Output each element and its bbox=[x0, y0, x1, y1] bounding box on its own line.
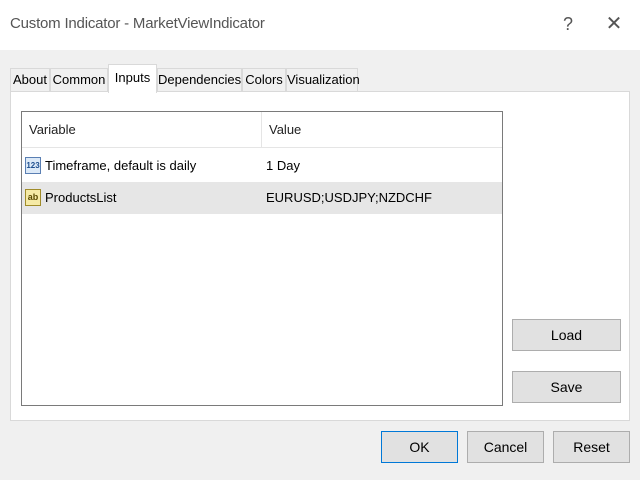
row-value[interactable]: EURUSD;USDJPY;NZDCHF bbox=[266, 182, 432, 214]
tab-inputs[interactable]: Inputs bbox=[108, 64, 157, 93]
cancel-button[interactable]: Cancel bbox=[467, 431, 544, 463]
string-icon: ab bbox=[25, 189, 41, 206]
load-button[interactable]: Load bbox=[512, 319, 621, 351]
reset-button[interactable]: Reset bbox=[553, 431, 630, 463]
tab-strip: About Common Inputs Dependencies Colors … bbox=[10, 64, 630, 93]
tab-about[interactable]: About bbox=[10, 68, 50, 91]
tab-common[interactable]: Common bbox=[50, 68, 108, 91]
column-header-variable[interactable]: Variable bbox=[22, 112, 261, 148]
tab-visualization[interactable]: Visualization bbox=[286, 68, 360, 91]
inputs-grid[interactable]: Variable Value 123 Timeframe, default is… bbox=[21, 111, 503, 406]
help-icon[interactable]: ? bbox=[558, 12, 578, 36]
title-bar: Custom Indicator - MarketViewIndicator ?… bbox=[0, 0, 640, 50]
grid-header: Variable Value bbox=[22, 112, 502, 148]
save-button[interactable]: Save bbox=[512, 371, 621, 403]
close-icon[interactable]: ✕ bbox=[602, 12, 626, 36]
table-row[interactable]: 123 Timeframe, default is daily 1 Day bbox=[22, 150, 502, 182]
row-variable-name: Timeframe, default is daily bbox=[45, 158, 197, 173]
tab-dependencies[interactable]: Dependencies bbox=[157, 68, 242, 91]
window-title: Custom Indicator - MarketViewIndicator bbox=[10, 15, 265, 32]
inputs-panel: Variable Value 123 Timeframe, default is… bbox=[10, 91, 630, 421]
column-header-value[interactable]: Value bbox=[262, 112, 502, 148]
tab-colors[interactable]: Colors bbox=[242, 68, 286, 91]
row-variable-name: ProductsList bbox=[45, 190, 117, 205]
number-icon: 123 bbox=[25, 157, 41, 174]
ok-button[interactable]: OK bbox=[381, 431, 458, 463]
row-value[interactable]: 1 Day bbox=[266, 150, 300, 182]
table-row[interactable]: ab ProductsList EURUSD;USDJPY;NZDCHF bbox=[22, 182, 502, 214]
